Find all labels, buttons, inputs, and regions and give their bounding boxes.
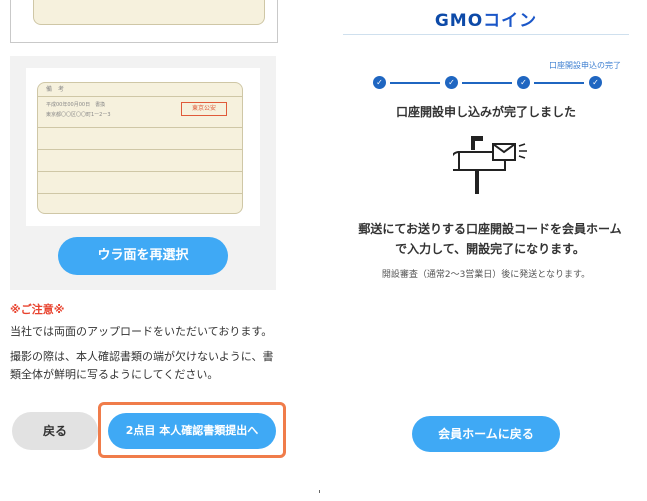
logo-coin: コイン xyxy=(483,11,538,31)
notice-text-2: 撮影の際は、本人確認書類の端が欠けないように、書類全体が鮮明に写るようにしてくだ… xyxy=(10,350,274,381)
submit-highlight: 2点目 本人確認書類提出へ xyxy=(98,402,286,458)
mail-instruction: 郵送にてお送りする口座開設コードを会員ホームで入力して、開設完了になります。 xyxy=(358,222,622,256)
license-rule xyxy=(38,193,242,194)
license-rule xyxy=(38,171,242,172)
front-license-image xyxy=(33,0,265,25)
back-to-home-button[interactable]: 会員ホームに戻る xyxy=(412,416,560,452)
back-button[interactable]: 戻る xyxy=(12,412,98,450)
license-back-image: 備 考 平成00年00月00日 書換 東京都〇〇区〇〇町1ー2ー3 東京公安 xyxy=(37,82,243,214)
license-remarks-line2: 東京都〇〇区〇〇町1ー2ー3 xyxy=(46,112,111,118)
check-icon: ✓ xyxy=(589,76,602,89)
license-rule xyxy=(38,127,242,128)
notice-title: ※ご注意※ xyxy=(10,303,65,316)
check-icon: ✓ xyxy=(517,76,530,89)
check-icon: ✓ xyxy=(445,76,458,89)
mail-note: 開設審査（通常2〜3営業日）後に発送となります。 xyxy=(381,270,591,280)
progress-steps: ✓ ✓ ✓ ✓ xyxy=(373,76,603,92)
step-label: 口座開設申込の完了 xyxy=(549,61,621,70)
page-mark xyxy=(319,490,320,493)
mailbox-icon xyxy=(453,136,527,194)
completion-panel: GMOコイン 口座開設申込の完了 ✓ ✓ ✓ ✓ 口座開設申し込みが完了しました… xyxy=(343,0,629,501)
back-image-frame: 備 考 平成00年00月00日 書換 東京都〇〇区〇〇町1ー2ー3 東京公安 xyxy=(26,68,260,226)
progress-segment xyxy=(390,82,440,84)
front-image-preview xyxy=(10,0,278,43)
logo-gmo: GMO xyxy=(434,11,484,31)
notice-text-1: 当社では両面のアップロードをいただいております。 xyxy=(10,325,273,338)
license-remarks-line1: 平成00年00月00日 書換 xyxy=(46,102,106,108)
document-upload-panel: 備 考 平成00年00月00日 書換 東京都〇〇区〇〇町1ー2ー3 東京公安 ウ… xyxy=(0,0,300,501)
license-remarks-header: 備 考 xyxy=(38,83,242,97)
header-divider xyxy=(343,34,629,35)
license-stamp: 東京公安 xyxy=(181,102,227,116)
progress-segment xyxy=(534,82,584,84)
check-icon: ✓ xyxy=(373,76,386,89)
back-image-preview: 備 考 平成00年00月00日 書換 東京都〇〇区〇〇町1ー2ー3 東京公安 ウ… xyxy=(10,56,276,290)
gmo-coin-logo: GMOコイン xyxy=(343,6,629,31)
submit-second-document-button[interactable]: 2点目 本人確認書類提出へ xyxy=(108,413,276,449)
progress-segment xyxy=(462,82,512,84)
license-rule xyxy=(38,149,242,150)
completion-title: 口座開設申し込みが完了しました xyxy=(395,105,576,119)
reselect-back-button[interactable]: ウラ面を再選択 xyxy=(58,237,228,275)
